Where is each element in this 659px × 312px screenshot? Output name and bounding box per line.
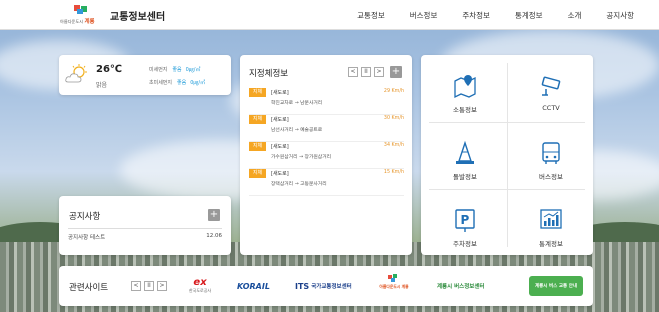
chart-icon bbox=[540, 209, 562, 229]
traffic-cone-icon bbox=[456, 140, 474, 164]
related-next-button[interactable]: > bbox=[157, 281, 167, 291]
related-sites-panel: 관련사이트 < II > ex 한국도로공사 KORAIL ITS 국가교통정보센… bbox=[59, 266, 593, 306]
notice-title: 공지사항 bbox=[69, 212, 101, 222]
menu-statistics[interactable]: 통계정보 bbox=[509, 195, 593, 255]
menu-cctv[interactable]: CCTV bbox=[509, 61, 593, 121]
menu-traffic[interactable]: 소통정보 bbox=[423, 61, 507, 121]
city-logo[interactable]: 아름다운도시 계룡 bbox=[60, 4, 106, 26]
temperature: 26℃ bbox=[96, 64, 123, 75]
congestion-item[interactable]: 지체 [새도로] 가수원삼거리 → 장가원삼거리 34 Km/h bbox=[249, 142, 404, 169]
weather-panel: 26℃ 맑음 미세먼지 좋음 0㎍/㎥ 초미세먼지 좋음 0㎍/㎥ bbox=[59, 55, 231, 95]
congestion-item[interactable]: 지체 [새도로] 남선사거리 → 예술공트로 30 Km/h bbox=[249, 115, 404, 142]
site-title[interactable]: 교통정보센터 bbox=[110, 8, 165, 23]
bus-icon bbox=[542, 142, 560, 164]
fine-dust: 미세먼지 좋음 0㎍/㎥ bbox=[149, 67, 201, 73]
congestion-more-button[interactable]: + bbox=[390, 66, 402, 78]
congestion-panel: 지정체정보 < II > + 지체 [새도로] 학진교차로 → 남문사거리 29… bbox=[240, 55, 412, 255]
ultrafine-dust: 초미세먼지 좋음 0㎍/㎥ bbox=[149, 80, 206, 86]
partly-cloudy-icon bbox=[65, 64, 87, 83]
pause-button[interactable]: II bbox=[361, 67, 371, 77]
congestion-item[interactable]: 지체 [새도로] 장택삼거리 → 고동문사거리 15 Km/h bbox=[249, 169, 404, 196]
partner-expressway[interactable]: ex 한국도로공사 bbox=[189, 277, 211, 295]
menu-bus[interactable]: 버스정보 bbox=[509, 128, 593, 188]
nav-notice[interactable]: 공지사항 bbox=[606, 10, 634, 21]
header: 아름다운도시 계룡 교통정보센터 교통정보 버스정보 주차정보 통계정보 소개 … bbox=[0, 0, 659, 30]
cctv-icon bbox=[541, 76, 561, 96]
notice-item[interactable]: 공지사항 테스트 bbox=[68, 233, 105, 241]
notice-panel: 공지사항 + 공지사항 테스트 12.06 bbox=[59, 196, 231, 255]
partner-bus-guide[interactable]: 계룡시 버스 교통 안내 bbox=[529, 276, 583, 296]
parking-icon: P bbox=[455, 209, 475, 232]
nav-bus[interactable]: 버스정보 bbox=[410, 10, 438, 21]
notice-more-button[interactable]: + bbox=[208, 209, 220, 221]
nav-about[interactable]: 소개 bbox=[568, 10, 582, 21]
menu-parking[interactable]: P 주차정보 bbox=[423, 195, 507, 255]
congestion-title: 지정체정보 bbox=[249, 69, 289, 79]
nav-traffic[interactable]: 교통정보 bbox=[357, 10, 385, 21]
nav-parking[interactable]: 주차정보 bbox=[462, 10, 490, 21]
partner-bus-info[interactable]: 계룡시 버스정보센터 bbox=[437, 277, 484, 295]
svg-text:P: P bbox=[461, 213, 470, 227]
congestion-item[interactable]: 지체 [새도로] 학진교차로 → 남문사거리 29 Km/h bbox=[249, 88, 404, 115]
main-nav: 교통정보 버스정보 주차정보 통계정보 소개 공지사항 bbox=[357, 0, 659, 30]
svg-text:아름다운도시 계룡: 아름다운도시 계룡 bbox=[60, 17, 95, 25]
notice-date: 12.06 bbox=[206, 233, 222, 239]
prev-button[interactable]: < bbox=[348, 67, 358, 77]
map-icon bbox=[454, 75, 476, 99]
related-pause-button[interactable]: II bbox=[144, 281, 154, 291]
next-button[interactable]: > bbox=[374, 67, 384, 77]
quick-menu: 소통정보 CCTV 돌발정보 버스정보 P 주차정보 통계정보 bbox=[421, 55, 593, 255]
partner-its[interactable]: ITS 국가교통정보센터 bbox=[295, 277, 352, 295]
partner-korail[interactable]: KORAIL bbox=[237, 277, 270, 295]
partner-gyeryong[interactable]: 아름다운도시 계룡 bbox=[375, 274, 413, 300]
nav-statistics[interactable]: 통계정보 bbox=[515, 10, 543, 21]
sky-condition: 맑음 bbox=[96, 82, 108, 89]
related-prev-button[interactable]: < bbox=[131, 281, 141, 291]
related-sites-title: 관련사이트 bbox=[69, 283, 109, 293]
menu-incident[interactable]: 돌발정보 bbox=[423, 128, 507, 188]
